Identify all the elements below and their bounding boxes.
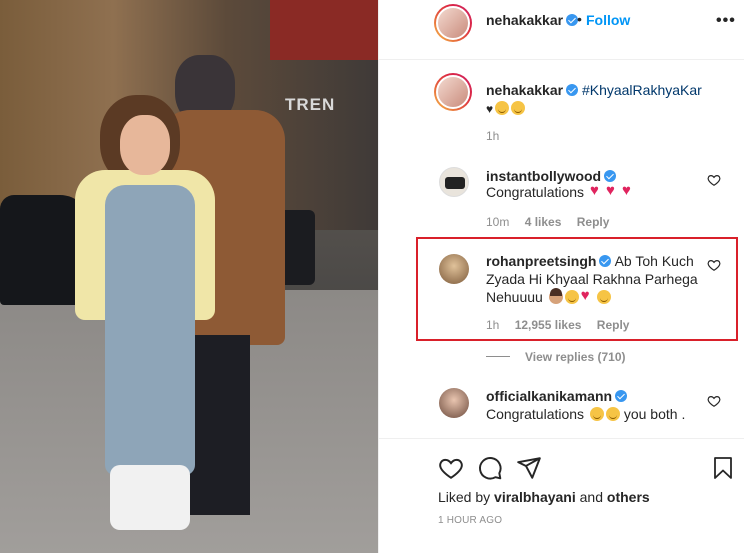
photo-store-sign: TREN — [285, 95, 336, 114]
author-username[interactable]: nehakakkar — [486, 12, 579, 28]
verified-icon — [566, 84, 579, 96]
comment-username[interactable]: officialkanikamann — [486, 388, 628, 404]
share-paper-plane-icon[interactable] — [516, 455, 542, 481]
view-replies-line — [486, 356, 510, 357]
post-photo[interactable]: TREN — [0, 0, 378, 553]
photo-red-sign — [270, 0, 378, 60]
post-header: nehakakkar • Follow ••• — [379, 0, 744, 60]
dot-separator: • — [577, 11, 582, 27]
black-heart-icon: ♥ — [486, 102, 494, 116]
hugging-emoji-icon — [605, 407, 620, 421]
highlight-box — [416, 237, 738, 341]
like-comment-heart-icon[interactable] — [707, 173, 721, 187]
photo-woman — [75, 95, 220, 535]
reply-button[interactable]: Reply — [577, 215, 610, 229]
comment-likes[interactable]: 4 likes — [525, 215, 562, 229]
comment-text: Congratulations — [486, 182, 636, 200]
liked-by-text: Liked by viralbhayani and others — [438, 489, 650, 505]
red-heart-icon — [606, 182, 620, 199]
post-time-ago[interactable]: 1 HOUR AGO — [438, 515, 502, 526]
more-options-icon[interactable]: ••• — [716, 12, 736, 30]
comment-time: 10m — [486, 215, 510, 229]
comment-meta: 10m 4 likes Reply — [486, 215, 609, 229]
caption-text: nehakakkar #KhyaalRakhyaKar — [486, 82, 702, 98]
caption-hashtag[interactable]: #KhyaalRakhyaKar — [582, 82, 702, 98]
view-replies-button[interactable]: View replies (710) — [525, 350, 626, 364]
red-heart-icon — [622, 182, 636, 199]
hugging-emoji-icon — [495, 101, 510, 115]
verified-icon — [604, 170, 617, 182]
like-comment-heart-icon[interactable] — [707, 394, 721, 408]
red-heart-icon — [590, 182, 604, 199]
follow-button[interactable]: Follow — [586, 12, 630, 28]
comment-bubble-icon[interactable] — [477, 455, 503, 481]
liked-by-others[interactable]: others — [607, 489, 650, 505]
like-heart-icon[interactable] — [438, 455, 464, 481]
post-actions-bar: Liked by viralbhayani and others 1 HOUR … — [379, 438, 744, 553]
verified-icon — [615, 390, 628, 402]
save-bookmark-icon[interactable] — [711, 455, 735, 481]
comment-avatar-officialkanikamann[interactable] — [439, 388, 469, 418]
liked-by-user[interactable]: viralbhayani — [494, 489, 576, 505]
smiling-emoji-icon — [511, 101, 526, 115]
caption-emojis: ♥ — [486, 100, 526, 116]
hugging-emoji-icon — [589, 407, 604, 421]
caption-time: 1h — [486, 129, 500, 143]
comment-text: Congratulations you both . — [486, 406, 686, 422]
caption-username[interactable]: nehakakkar — [486, 82, 563, 98]
comment-avatar-instantbollywood[interactable] — [439, 167, 469, 197]
caption-avatar[interactable] — [434, 73, 472, 111]
author-avatar[interactable] — [434, 4, 472, 42]
